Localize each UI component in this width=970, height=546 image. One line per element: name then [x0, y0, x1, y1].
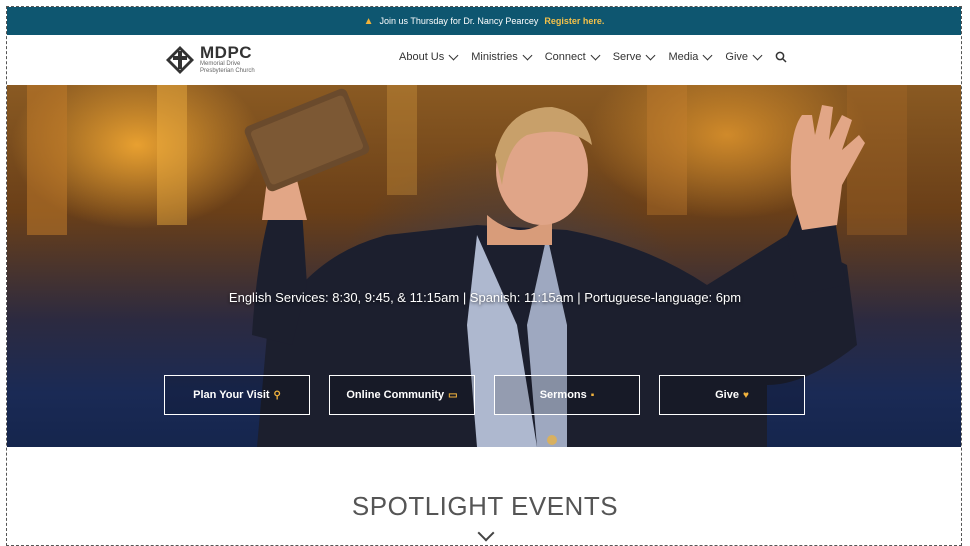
nav-item-connect[interactable]: Connect	[545, 50, 601, 63]
chevron-down-icon	[752, 50, 763, 60]
nav-item-serve[interactable]: Serve	[613, 50, 656, 63]
map-pin-icon: ⚲	[273, 389, 281, 401]
main-nav: About Us Ministries Connect Serve Media …	[399, 50, 787, 63]
chevron-down-icon	[645, 50, 656, 60]
announcement-text: Join us Thursday for Dr. Nancy Pearcey	[379, 16, 539, 26]
spotlight-events-heading: SPOTLIGHT EVENTS	[351, 491, 619, 521]
browser-frame: ▲ Join us Thursday for Dr. Nancy Pearcey…	[6, 6, 962, 546]
logo-name: MDPC	[200, 43, 253, 62]
book-icon: ▪	[590, 389, 595, 401]
give-button[interactable]: Give ♥	[659, 375, 805, 415]
logo-subtitle-line1: Memorial Drive	[200, 61, 241, 67]
service-times: English Services: 8:30, 9:45, & 11:15am …	[228, 290, 742, 305]
chevron-down-icon	[522, 50, 533, 60]
site-logo[interactable]: MDPC Memorial Drive Presbyterian Church	[165, 44, 255, 75]
search-icon[interactable]	[775, 51, 787, 63]
hero-banner: English Services: 8:30, 9:45, & 11:15am …	[7, 85, 961, 447]
cta-button-row: Plan Your Visit ⚲ Online Community ▭ Ser…	[164, 375, 805, 415]
chevron-down-icon	[590, 50, 601, 60]
nav-item-ministries[interactable]: Ministries	[471, 50, 533, 63]
chevron-down-icon	[702, 50, 713, 60]
nav-item-media[interactable]: Media	[668, 50, 713, 63]
logo-subtitle-line2: Presbyterian Church	[200, 68, 255, 74]
nav-item-give[interactable]: Give	[725, 50, 763, 63]
chevron-down-icon	[448, 50, 459, 60]
sermons-button[interactable]: Sermons ▪	[494, 375, 640, 415]
bell-icon: ▲	[363, 15, 374, 27]
online-community-button[interactable]: Online Community ▭	[329, 375, 475, 415]
chevron-down-icon[interactable]	[477, 524, 495, 542]
cross-logo-icon	[166, 45, 194, 74]
plan-your-visit-button[interactable]: Plan Your Visit ⚲	[164, 375, 310, 415]
register-link[interactable]: Register here.	[544, 16, 604, 26]
nav-item-about-us[interactable]: About Us	[399, 50, 459, 63]
heart-icon: ♥	[742, 389, 749, 401]
announcement-bar: ▲ Join us Thursday for Dr. Nancy Pearcey…	[7, 7, 961, 35]
site-header: MDPC Memorial Drive Presbyterian Church …	[7, 35, 961, 85]
monitor-icon: ▭	[448, 389, 458, 401]
